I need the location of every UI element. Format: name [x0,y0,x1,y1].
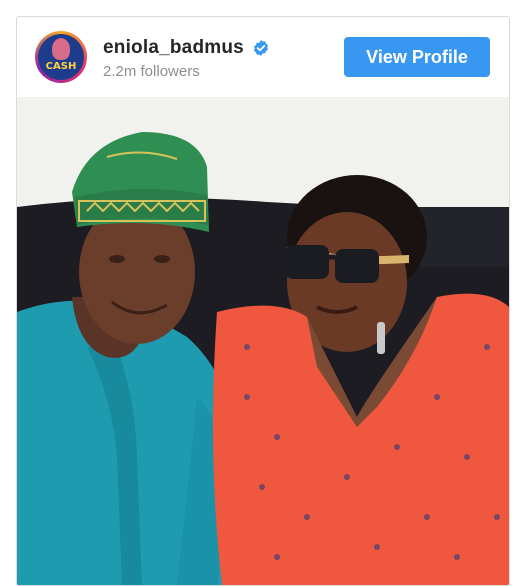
instagram-embed-card: CASH eniola_badmus 2.2m followers View P… [16,16,510,586]
post-image [17,97,509,585]
view-profile-button[interactable]: View Profile [344,37,490,77]
follower-count: 2.2m followers [103,63,200,80]
username[interactable]: eniola_badmus [103,37,244,59]
avatar-image: CASH [38,34,84,80]
post-header: CASH eniola_badmus 2.2m followers View P… [17,17,509,97]
avatar[interactable]: CASH [35,31,87,83]
verified-badge-icon [253,40,268,56]
avatar-text: CASH [45,61,77,72]
post-photo[interactable] [17,97,509,585]
avatar-figure [52,38,70,60]
username-row: eniola_badmus [103,37,270,59]
